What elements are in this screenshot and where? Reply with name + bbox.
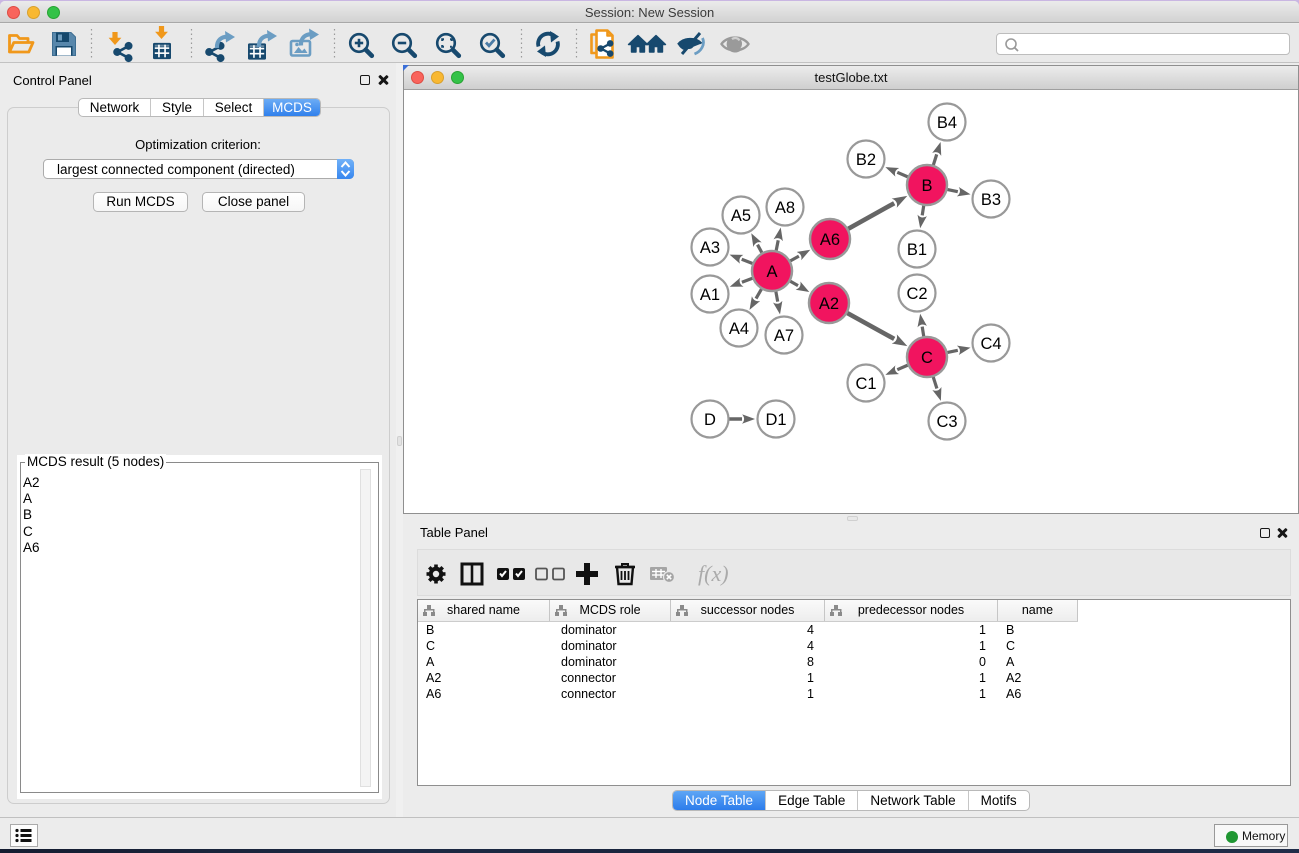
svg-text:C: C <box>921 349 933 367</box>
svg-text:f(x): f(x) <box>698 561 729 586</box>
svg-text:B4: B4 <box>937 114 957 132</box>
svg-text:C3: C3 <box>936 413 957 431</box>
svg-text:B2: B2 <box>856 151 876 169</box>
svg-text:A1: A1 <box>700 286 720 304</box>
svg-text:D: D <box>704 411 716 429</box>
svg-text:A8: A8 <box>775 199 795 217</box>
svg-text:A7: A7 <box>774 327 794 345</box>
svg-text:B3: B3 <box>981 191 1001 209</box>
svg-text:A2: A2 <box>819 295 839 313</box>
svg-text:B: B <box>921 177 932 195</box>
svg-text:B1: B1 <box>907 241 927 259</box>
svg-text:A5: A5 <box>731 207 751 225</box>
svg-text:C1: C1 <box>855 375 876 393</box>
svg-text:A: A <box>766 263 777 281</box>
svg-text:C4: C4 <box>980 335 1001 353</box>
svg-text:A3: A3 <box>700 239 720 257</box>
svg-text:A6: A6 <box>820 231 840 249</box>
svg-text:C2: C2 <box>906 285 927 303</box>
svg-text:D1: D1 <box>765 411 786 429</box>
svg-text:A4: A4 <box>729 320 749 338</box>
